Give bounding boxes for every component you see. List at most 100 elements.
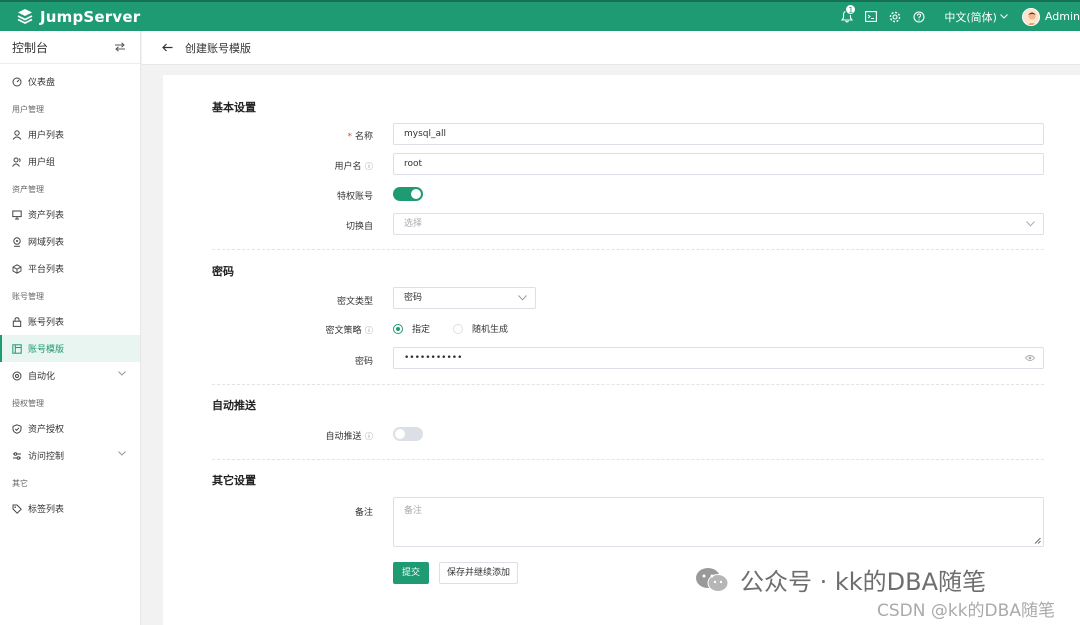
chevron-down-icon bbox=[518, 295, 527, 301]
user-group-icon bbox=[12, 157, 22, 167]
sidebar-header: 控制台 bbox=[0, 31, 140, 64]
radio-dot bbox=[453, 323, 463, 334]
sidebar-item-account-list[interactable]: 账号列表 bbox=[0, 308, 140, 335]
group-title-permission: 授权管理 bbox=[12, 399, 44, 408]
sidebar-item-label: 账号模版 bbox=[28, 345, 65, 355]
sidebar-item-user-list[interactable]: 用户列表 bbox=[0, 121, 140, 148]
privileged-toggle[interactable] bbox=[393, 187, 423, 201]
name-input[interactable]: mysql_all bbox=[393, 123, 1044, 145]
name-label: * 名称 bbox=[263, 129, 373, 142]
location-icon bbox=[12, 236, 22, 247]
notification-badge: 1 bbox=[845, 3, 857, 15]
sidebar-item-dashboard[interactable]: 仪表盘 bbox=[0, 68, 140, 95]
sidebar-item-automation[interactable]: 自动化 bbox=[0, 362, 140, 389]
sidebar-item-platform-list[interactable]: 平台列表 bbox=[0, 255, 140, 282]
language-selector[interactable]: 中文(简体) bbox=[944, 9, 1008, 25]
secret-type-select[interactable]: 密码 bbox=[393, 287, 536, 309]
strategy-radio-specify[interactable]: 指定 bbox=[393, 322, 430, 335]
dashboard-icon bbox=[12, 77, 22, 87]
back-arrow-icon[interactable] bbox=[162, 43, 173, 52]
privileged-label: 特权账号 bbox=[336, 192, 373, 202]
group-title-account: 账号管理 bbox=[12, 292, 44, 301]
eye-icon[interactable] bbox=[1025, 354, 1035, 362]
username-label: 用户名 ⓘ bbox=[263, 159, 373, 172]
sidebar-item-account-template[interactable]: 账号模版 bbox=[0, 335, 140, 362]
help-icon[interactable] bbox=[912, 10, 926, 24]
sidebar-item-label: 标签列表 bbox=[28, 505, 65, 515]
watermark-csdn: CSDN @kk的DBA随笔 bbox=[877, 601, 1055, 621]
avatar[interactable] bbox=[1021, 7, 1040, 26]
comment-placeholder: 备注 bbox=[404, 506, 423, 516]
divider bbox=[212, 384, 1044, 385]
submit-button[interactable]: 提交 bbox=[393, 562, 429, 584]
section-title-basic: 基本设置 bbox=[212, 101, 256, 114]
user-icon bbox=[12, 129, 22, 140]
sidebar-item-label: 仪表盘 bbox=[28, 78, 56, 88]
auto-push-label-text: 自动推送 bbox=[325, 432, 362, 442]
logo[interactable]: JumpServer bbox=[16, 5, 140, 29]
radio-dot bbox=[393, 323, 403, 334]
watermark-text: 公众号 · kk的DBA随笔 bbox=[740, 568, 987, 596]
auto-push-toggle[interactable] bbox=[393, 427, 423, 441]
sidebar-item-access-control[interactable]: 访问控制 bbox=[0, 442, 140, 469]
template-icon bbox=[12, 343, 22, 354]
sidebar-item-label: 账号列表 bbox=[28, 318, 65, 328]
su-from-label: 切换自 bbox=[345, 222, 373, 232]
sidebar-item-label: 资产列表 bbox=[28, 211, 65, 221]
sidebar-item-label-list[interactable]: 标签列表 bbox=[0, 495, 140, 522]
chevron-down-icon bbox=[118, 451, 126, 456]
gear-icon[interactable] bbox=[888, 10, 902, 24]
divider bbox=[212, 249, 1044, 250]
su-from-select[interactable]: 选择 bbox=[393, 213, 1044, 235]
access-control-icon bbox=[12, 451, 22, 461]
bell-icon[interactable]: 1 bbox=[840, 3, 857, 24]
tag-icon bbox=[12, 504, 22, 514]
toggle-knob bbox=[411, 189, 421, 199]
radio-label: 指定 bbox=[412, 325, 431, 335]
watermark: 公众号 · kk的DBA随笔 bbox=[694, 562, 986, 597]
group-title-user: 用户管理 bbox=[12, 105, 44, 114]
password-input[interactable]: ••••••••••• bbox=[393, 347, 1044, 369]
sidebar-item-asset-list[interactable]: 资产列表 bbox=[0, 201, 140, 228]
form-card: 基本设置 * 名称 mysql_all 用户名 ⓘ root 特权账号 切换自 选… bbox=[163, 75, 1080, 625]
section-title-other: 其它设置 bbox=[212, 474, 256, 487]
section-title-secret: 密码 bbox=[212, 265, 234, 278]
sidebar-item-user-group[interactable]: 用户组 bbox=[0, 148, 140, 175]
sidebar-item-label: 用户组 bbox=[28, 158, 56, 168]
secret-strategy-label: 密文策略 ⓘ bbox=[263, 323, 373, 336]
automation-icon bbox=[12, 371, 22, 381]
toggle-knob bbox=[395, 429, 405, 439]
help-icon[interactable]: ⓘ bbox=[362, 162, 373, 171]
help-icon[interactable]: ⓘ bbox=[362, 326, 373, 335]
secret-type-value: 密码 bbox=[404, 293, 423, 303]
sidebar-item-asset-permission[interactable]: 资产授权 bbox=[0, 415, 140, 442]
strategy-radio-random[interactable]: 随机生成 bbox=[453, 322, 508, 335]
jumpserver-logo-icon bbox=[17, 9, 33, 25]
help-icon[interactable]: ⓘ bbox=[362, 432, 373, 441]
wechat-icon bbox=[696, 567, 729, 592]
username-label-text: 用户名 bbox=[334, 162, 362, 172]
comment-textarea[interactable]: 备注 bbox=[393, 497, 1044, 547]
monitor-icon bbox=[12, 210, 22, 220]
sidebar-item-label: 访问控制 bbox=[28, 452, 65, 462]
switch-view-icon[interactable] bbox=[114, 42, 126, 52]
sidebar-item-label: 自动化 bbox=[28, 372, 56, 382]
sidebar-item-domain-list[interactable]: 网域列表 bbox=[0, 228, 140, 255]
sidebar-title: 控制台 bbox=[12, 40, 49, 55]
resize-handle-icon[interactable] bbox=[1034, 537, 1041, 544]
username-input[interactable]: root bbox=[393, 153, 1044, 175]
sidebar-item-label: 网域列表 bbox=[28, 238, 65, 248]
sidebar-item-label: 资产授权 bbox=[28, 425, 65, 435]
password-value: ••••••••••• bbox=[404, 353, 463, 363]
save-and-continue-button[interactable]: 保存并继续添加 bbox=[439, 562, 518, 584]
top-bar: JumpServer 1 中文(简体) Admin bbox=[0, 0, 1080, 31]
terminal-icon[interactable] bbox=[864, 10, 878, 24]
group-title-other: 其它 bbox=[12, 479, 28, 488]
su-from-placeholder: 选择 bbox=[404, 219, 423, 229]
required-mark: * bbox=[347, 132, 352, 142]
language-label: 中文(简体) bbox=[944, 10, 997, 24]
secret-strategy-label-text: 密文策略 bbox=[325, 326, 362, 336]
password-label: 密码 bbox=[354, 357, 373, 367]
user-name[interactable]: Admin bbox=[1045, 10, 1080, 23]
sidebar-item-label: 用户列表 bbox=[28, 131, 65, 141]
